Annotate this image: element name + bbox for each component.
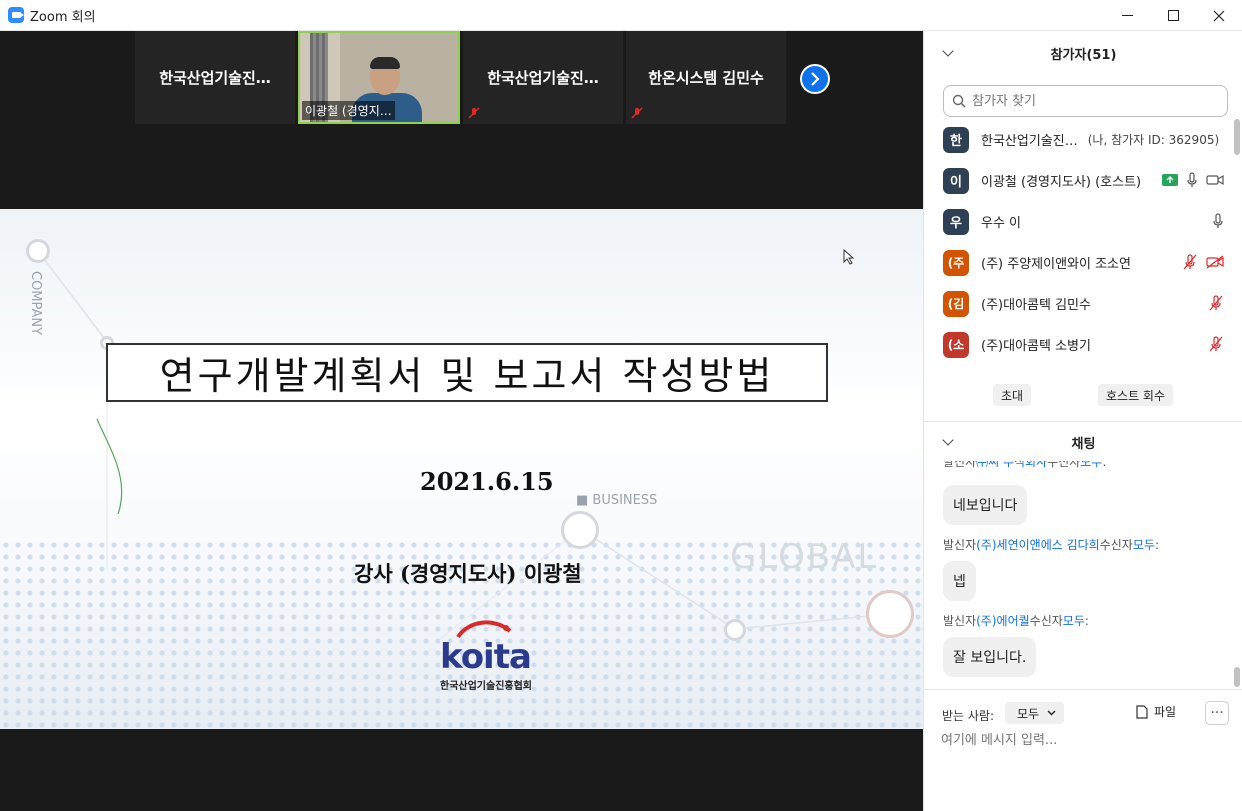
chat-title: 채팅 [1071, 436, 1096, 452]
participant-row[interactable]: 한 한국산업기술진… (나, 참가자 ID: 362905) [924, 119, 1234, 160]
koita-logo: koita [440, 637, 532, 677]
participant-name: (주)대아콤텍 김민수 [981, 298, 1091, 313]
chevron-down-icon[interactable] [942, 434, 954, 446]
avatar: (김 [943, 290, 969, 317]
reclaim-host-button[interactable]: 호스트 회수 [1098, 384, 1174, 406]
mouse-cursor-icon [843, 249, 855, 265]
screen-share-icon [1162, 174, 1178, 186]
side-panel: 참가자(51) 한 한국산업기술진… (나, 참가자 ID: 362905) 이… [923, 31, 1242, 811]
participant-name: (주)대아콤텍 소병기 [981, 339, 1091, 354]
chat-message-input[interactable] [941, 728, 1226, 752]
participant-name: 우수 이 [981, 216, 1022, 231]
slide-node-circle [26, 239, 50, 263]
tile-name: 한온시스템 김민수 [648, 69, 764, 87]
video-tile-active-speaker[interactable]: 이광철 (경영지… [298, 31, 460, 124]
close-button[interactable] [1196, 0, 1242, 31]
avatar: 한 [943, 126, 969, 153]
participant-search[interactable] [943, 85, 1228, 117]
chevron-down-icon[interactable] [942, 45, 954, 57]
next-page-button[interactable] [800, 64, 830, 94]
koita-logo-arc-icon [456, 620, 512, 639]
file-icon [1136, 704, 1148, 719]
avatar: (소 [943, 331, 969, 358]
mic-icon[interactable] [1212, 213, 1224, 229]
participant-list: 한 한국산업기술진… (나, 참가자 ID: 362905) 이 이광철 (경영… [924, 119, 1234, 365]
send-to-select[interactable]: 모두 [1005, 702, 1065, 724]
chat-scrollbar[interactable] [1234, 667, 1240, 687]
participant-meta: (나, 참가자 ID: 362905) [1087, 133, 1220, 147]
mic-muted-icon[interactable] [1208, 295, 1224, 311]
chat-sender-line: 발신자(주)에어퀄수신자모두: [943, 614, 1089, 628]
more-options-button[interactable]: ··· [1205, 701, 1229, 725]
video-tile[interactable]: 한국산업기술진… [463, 31, 623, 124]
participant-row[interactable]: (주 (주) 주양제이앤와이 조소연 [924, 242, 1234, 283]
file-button[interactable]: 파일 [1136, 703, 1176, 720]
chat-messages: 발신자㈜씨 주식회사수신자모두: 네보입니다 발신자(주)세연이앤에스 김다희수… [924, 461, 1242, 689]
chat-message-bubble: 네보입니다 [943, 485, 1028, 525]
participant-row[interactable]: 우 우수 이 [924, 201, 1234, 242]
slide-title-box: 연구개발계획서 및 보고서 작성방법 [106, 343, 828, 402]
close-icon [1213, 10, 1225, 21]
slide-label-global: GLOBAL [730, 537, 879, 577]
chat-sender-line: 발신자(주)세연이앤에스 김다희수신자모두: [943, 538, 1159, 552]
invite-button[interactable]: 초대 [993, 384, 1032, 406]
participant-row[interactable]: (김 (주)대아콤텍 김민수 [924, 283, 1234, 324]
mic-muted-icon[interactable] [1182, 254, 1198, 270]
shared-screen-slide: COMPANY ■ BUSINESS GLOBAL 연구개발계획서 및 보고서 … [0, 209, 923, 729]
video-tile[interactable]: 한온시스템 김민수 [626, 31, 786, 124]
koita-logo-subtitle: 한국산업기술진흥협회 [440, 681, 532, 692]
slide-presenter: 강사 (경영지도사) 이광철 [354, 561, 582, 586]
avatar: (주 [943, 249, 969, 276]
chevron-down-icon [1047, 710, 1056, 716]
file-label: 파일 [1154, 705, 1177, 719]
chevron-right-icon [811, 72, 820, 86]
slide-node-circle [561, 511, 599, 549]
slide-title: 연구개발계획서 및 보고서 작성방법 [159, 354, 775, 398]
slide-node-circle [724, 619, 746, 641]
gallery-strip: 한국산업기술진… 이광철 (경영지… 한국산업기술진… 한온시스템 김민수 [135, 31, 786, 124]
participant-row[interactable]: 이 이광철 (경영지도사) (호스트) [924, 160, 1234, 201]
tile-name: 한국산업기술진… [487, 69, 599, 87]
chat-message-bubble: 넵 [943, 561, 976, 601]
mic-muted-icon [468, 107, 480, 119]
zoom-logo-icon [8, 7, 24, 23]
search-icon [952, 94, 966, 108]
participant-name: 이광철 (경영지도사) (호스트) [981, 175, 1142, 190]
video-icon[interactable] [1206, 174, 1224, 186]
chat-message-bubble: 잘 보입니다. [943, 637, 1037, 677]
avatar: 이 [943, 167, 969, 194]
title-bar: Zoom 회의 [0, 0, 1242, 31]
chat-header[interactable]: 채팅 [924, 422, 1242, 462]
participants-header[interactable]: 참가자(51) [924, 33, 1242, 73]
mic-muted-icon [631, 107, 643, 119]
slide-node-circle [866, 590, 914, 638]
minimize-button[interactable] [1104, 0, 1150, 31]
participant-search-input[interactable] [972, 93, 1212, 109]
slide-label-company: COMPANY [28, 271, 43, 336]
send-to-value: 모두 [1017, 706, 1040, 721]
mic-icon[interactable] [1186, 172, 1198, 188]
mic-muted-icon[interactable] [1208, 336, 1224, 352]
participant-list-scrollbar[interactable] [1234, 119, 1240, 155]
window-title: Zoom 회의 [30, 9, 96, 25]
slide-date: 2021.6.15 [420, 467, 554, 496]
chat-compose: 받는 사람: 모두 파일 ··· [924, 689, 1242, 811]
maximize-button[interactable] [1150, 0, 1196, 31]
meeting-video-area: 한국산업기술진… 이광철 (경영지… 한국산업기술진… 한온시스템 김민수 CO… [0, 31, 923, 811]
avatar: 우 [943, 208, 969, 235]
tile-name: 이광철 (경영지… [302, 101, 395, 120]
video-tile[interactable]: 한국산업기술진… [135, 31, 295, 124]
participants-title: 참가자(51) [1050, 47, 1117, 63]
participant-name: (주) 주양제이앤와이 조소연 [981, 257, 1131, 272]
slide-label-business: ■ BUSINESS [576, 493, 658, 508]
tile-name: 한국산업기술진… [159, 69, 271, 87]
send-to-label: 받는 사람: [942, 709, 995, 723]
participant-row[interactable]: (소 (주)대아콤텍 소병기 [924, 324, 1234, 365]
chat-sender-line: 발신자㈜씨 주식회사수신자모두: [943, 461, 1107, 469]
video-off-icon[interactable] [1206, 255, 1224, 269]
participant-name: 한국산업기술진… [981, 134, 1078, 149]
